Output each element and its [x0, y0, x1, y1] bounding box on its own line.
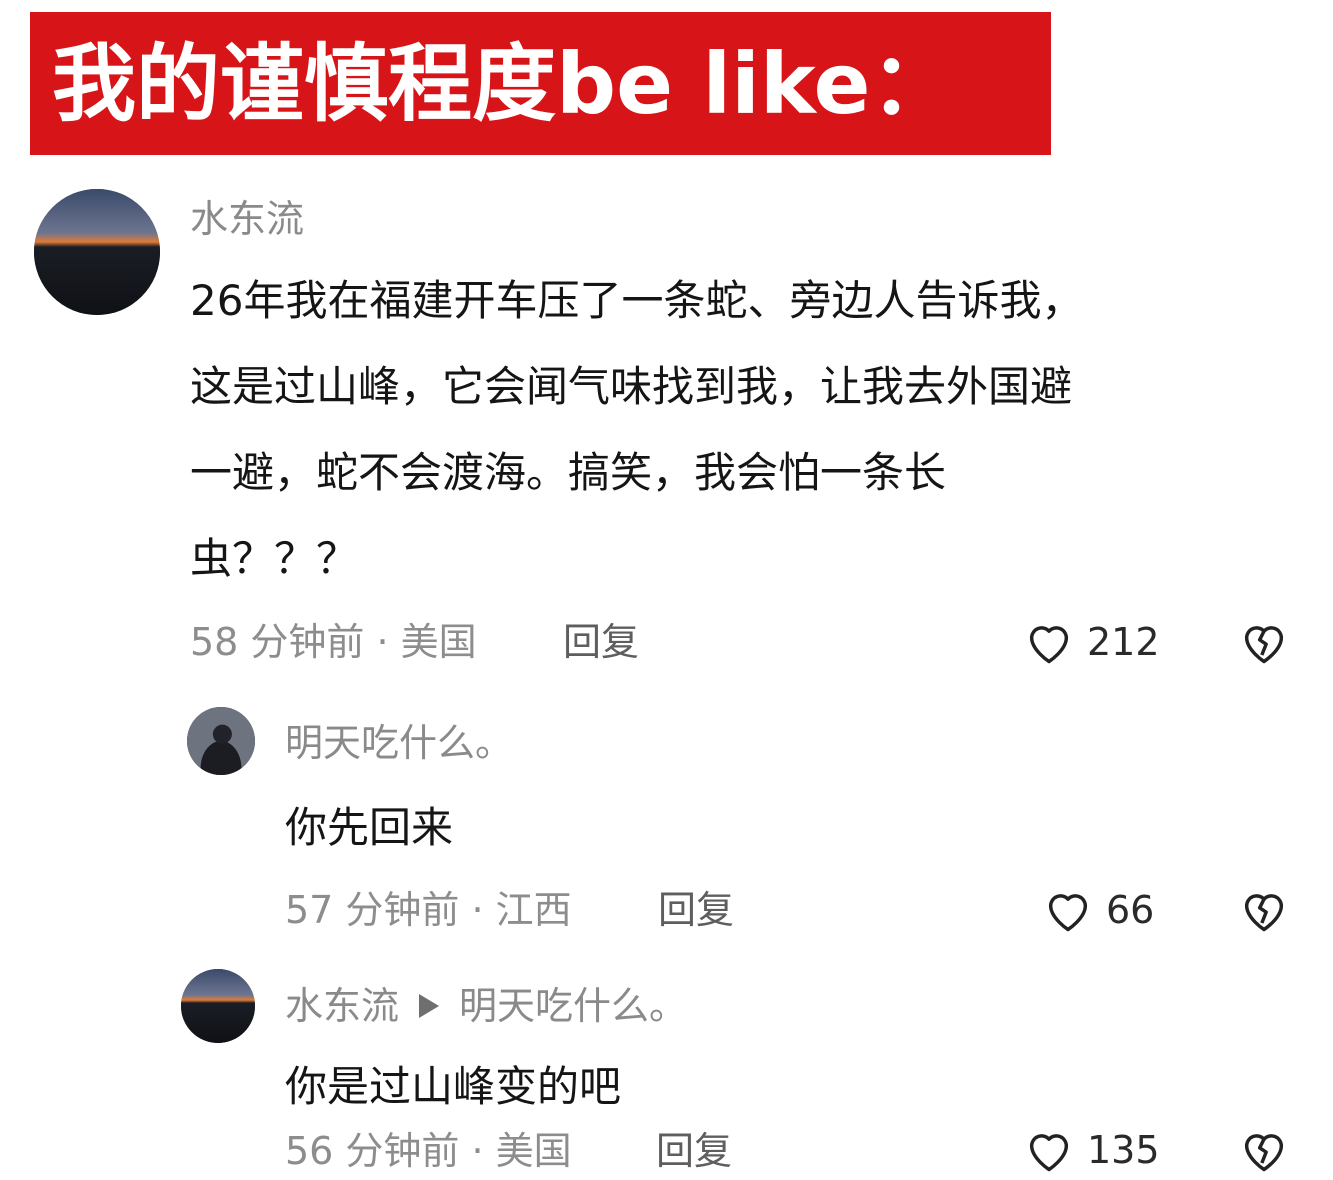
comment-time-location: 58 分钟前 · 美国: [190, 620, 477, 664]
sunset-avatar-image: [34, 189, 160, 315]
comment-text-line: 一避，蛇不会渡海。搞笑，我会怕一条长: [190, 448, 947, 497]
comment-text-line: 这是过山峰，它会闻气味找到我，让我去外国避: [190, 362, 1073, 411]
broken-heart-icon: [1244, 626, 1284, 664]
comment-text-line: 26年我在福建开车压了一条蛇、旁边人告诉我，: [190, 276, 1084, 325]
reply-text-line: 你是过山峰变的吧: [285, 1062, 622, 1111]
broken-heart-icon: [1244, 1134, 1284, 1172]
like-button[interactable]: 66: [1042, 884, 1154, 936]
dislike-button[interactable]: [1238, 884, 1290, 936]
reply-time-location: 57 分钟前 · 江西: [285, 888, 572, 932]
comment-username[interactable]: 水东流: [190, 195, 304, 243]
title-banner: 我的谨慎程度be like：: [30, 12, 1051, 155]
person-avatar-image: [187, 707, 255, 775]
reply-button[interactable]: 回复: [658, 886, 734, 934]
reply-time-location: 56 分钟前 · 美国: [285, 1129, 572, 1173]
comment-text-line: 虫？？？: [190, 534, 359, 583]
broken-heart-icon: [1244, 894, 1284, 932]
reply-text: 你先回来: [285, 785, 453, 871]
comment-text: 26年我在福建开车压了一条蛇、旁边人告诉我， 这是过山峰，它会闻气味找到我，让我…: [190, 258, 1083, 602]
reply-target-username[interactable]: 明天吃什么。: [459, 982, 687, 1030]
reply-username[interactable]: 水东流: [285, 982, 399, 1030]
dislike-button[interactable]: [1238, 616, 1290, 668]
like-button[interactable]: 135: [1023, 1124, 1160, 1176]
reply-text: 你是过山峰变的吧: [285, 1044, 621, 1130]
dislike-button[interactable]: [1238, 1124, 1290, 1176]
banner-title: 我的谨慎程度be like：: [52, 35, 955, 133]
sunset-avatar-image: [181, 969, 255, 1043]
avatar[interactable]: [181, 969, 255, 1043]
like-count: 135: [1087, 1128, 1160, 1172]
reply-text-line: 你先回来: [285, 803, 454, 852]
reply-name-row: 水东流 明天吃什么。: [285, 982, 687, 1030]
heart-outline-icon: [1029, 1134, 1069, 1172]
reply-arrow-icon: [419, 994, 440, 1018]
avatar[interactable]: [34, 189, 160, 315]
reply-button[interactable]: 回复: [656, 1127, 732, 1175]
like-count: 212: [1087, 620, 1160, 664]
heart-outline-icon: [1029, 626, 1069, 664]
reply-button[interactable]: 回复: [563, 618, 639, 666]
like-button[interactable]: 212: [1023, 616, 1160, 668]
avatar[interactable]: [187, 707, 255, 775]
like-count: 66: [1106, 888, 1155, 932]
heart-outline-icon: [1048, 894, 1088, 932]
reply-username[interactable]: 明天吃什么。: [285, 719, 513, 767]
